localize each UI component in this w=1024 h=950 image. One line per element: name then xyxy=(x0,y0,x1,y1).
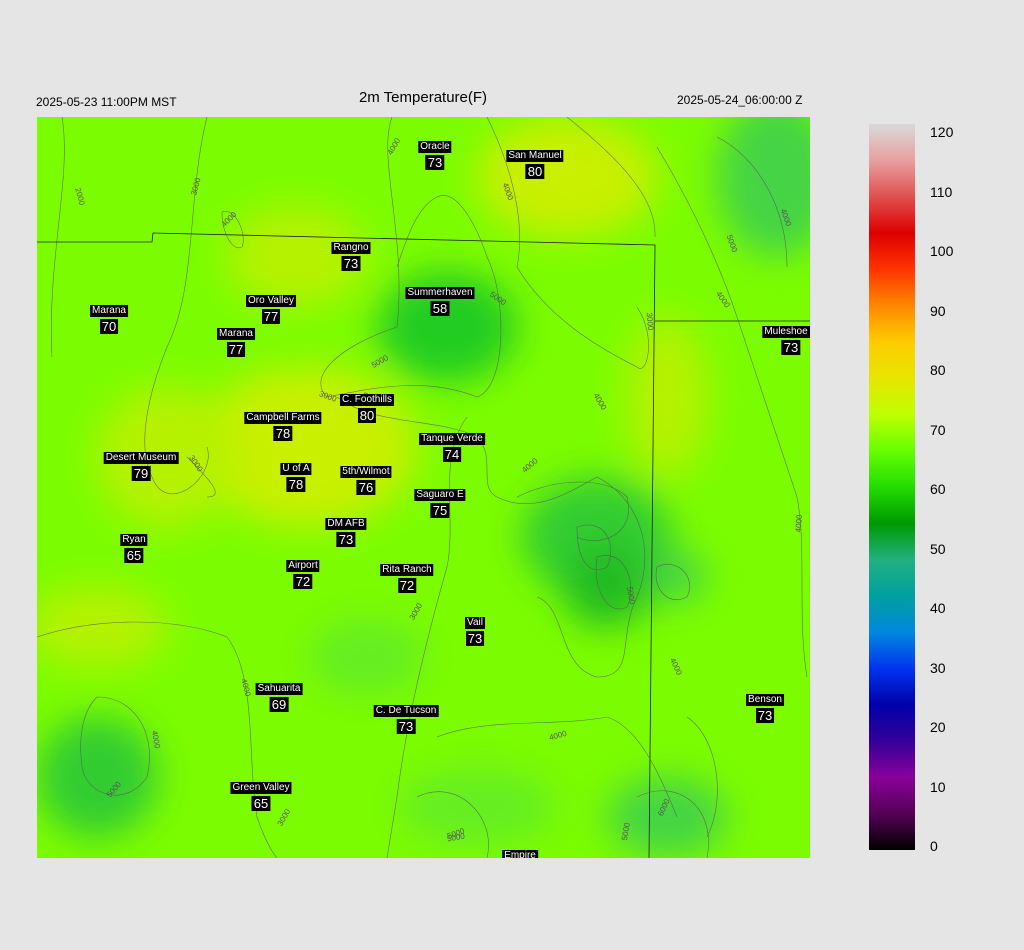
colorbar-tick-label: 50 xyxy=(930,540,946,557)
colorbar-tick-label: 90 xyxy=(930,302,946,319)
station-rangno: Rangno 73 xyxy=(331,242,371,271)
station-muleshoe-r: Muleshoe R73 xyxy=(762,322,810,356)
station-empire: Empire xyxy=(502,846,538,858)
station-vail: Vail 73 xyxy=(465,617,485,646)
station-airport: Airport 72 xyxy=(286,560,320,589)
colorbar-tick-label: 80 xyxy=(930,362,946,378)
station-u-of-a: U of A 78 xyxy=(280,463,312,492)
contour-label: 4000 xyxy=(793,514,805,533)
station-5th-wilmot: 5th/Wilmot 76 xyxy=(340,466,392,495)
station-green-valley: Green Valley 65 xyxy=(230,782,292,811)
station-san-manuel: San Manuel 80 xyxy=(506,150,564,179)
colorbar-tick-label: 110 xyxy=(930,183,953,200)
station-oro-valley: Oro Valley 77 xyxy=(246,295,296,324)
station-campbell-farms: Campbell Farms 78 xyxy=(244,412,322,441)
colorbar-tick-label: 40 xyxy=(930,600,946,616)
colorbar-tick-label: 100 xyxy=(930,243,954,259)
station-oracle: Oracle 73 xyxy=(418,141,452,170)
colorbar-tick-label: 120 xyxy=(930,124,954,140)
contour-label: 3000 xyxy=(644,312,656,331)
station-marana: Marana 77 xyxy=(217,328,255,357)
colorbar-tick-label: 60 xyxy=(930,481,946,497)
station-c-de-tucson: C. De Tucson 73 xyxy=(373,705,439,734)
station-desert-museum: Desert Museum 79 xyxy=(103,452,179,481)
colorbar-tick-label: 20 xyxy=(930,719,946,735)
station-summerhaven: Summerhaven 58 xyxy=(405,287,475,316)
station-ryan: Ryan 65 xyxy=(120,534,148,563)
station-rita-ranch: Rita Ranch 72 xyxy=(380,564,434,593)
colorbar-tick-label: 10 xyxy=(930,778,946,795)
station-c-foothills: C. Foothills 80 xyxy=(339,394,395,423)
station-tanque-verde: Tanque Verde 74 xyxy=(419,433,485,462)
temperature-map: 2000 3000 4000 4000 4000 5000 4000 5000 … xyxy=(37,117,810,858)
station-marana-west: Marana 70 xyxy=(90,305,128,334)
colorbar-tick-label: 30 xyxy=(930,659,946,676)
colorbar-tick-label: 0 xyxy=(930,838,938,854)
temperature-colorbar xyxy=(869,124,915,850)
utc-time-label: 2025-05-24_06:00:00 Z xyxy=(677,93,803,107)
station-sahuarita: Sahuarita 69 xyxy=(255,683,303,712)
station-saguaro-e: Saguaro E 75 xyxy=(414,489,466,518)
station-benson: Benson 73 xyxy=(746,694,784,723)
station-dm-afb: DM AFB 73 xyxy=(325,518,367,547)
colorbar-tick-label: 70 xyxy=(930,421,946,438)
